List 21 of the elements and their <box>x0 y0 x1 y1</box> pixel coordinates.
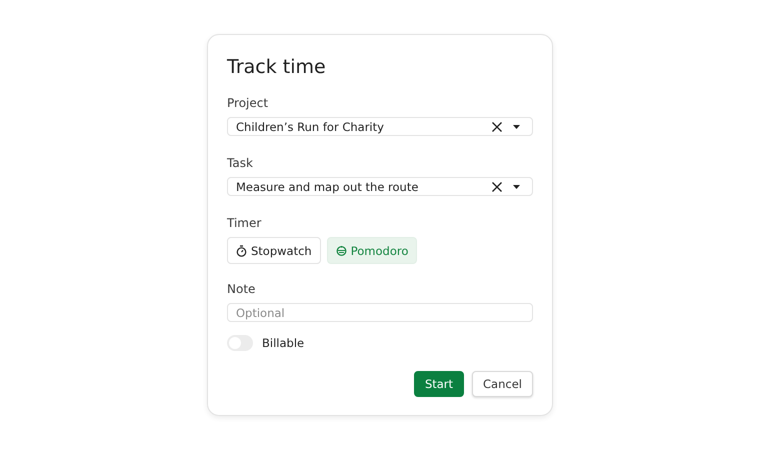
start-button[interactable]: Start <box>414 371 464 397</box>
select-value: Measure and map out the route <box>236 180 420 194</box>
timer-option[interactable]: Stopwatch <box>227 237 321 264</box>
clear-icon[interactable] <box>491 120 503 132</box>
dialog-title: Track time <box>227 55 327 79</box>
select-field[interactable]: Children’s Run for Charity <box>227 117 533 136</box>
field-label: Timer <box>227 216 262 231</box>
select-field[interactable]: Measure and map out the route <box>227 177 533 196</box>
clear-icon[interactable] <box>491 180 503 192</box>
caret-icon[interactable] <box>513 124 520 128</box>
select-value: Children’s Run for Charity <box>236 120 385 134</box>
field-label: Task <box>227 156 254 171</box>
stopwatch-icon <box>236 244 247 256</box>
field-label: Note <box>227 282 256 297</box>
field-label: Project <box>227 96 270 111</box>
toggle-label: Billable <box>262 336 304 350</box>
timer-option[interactable]: Pomodoro <box>326 237 418 264</box>
tomato-icon <box>336 245 347 256</box>
note-field[interactable]: Optional <box>227 303 533 322</box>
caret-icon[interactable] <box>513 184 520 188</box>
cancel-button[interactable]: Cancel <box>472 371 533 397</box>
